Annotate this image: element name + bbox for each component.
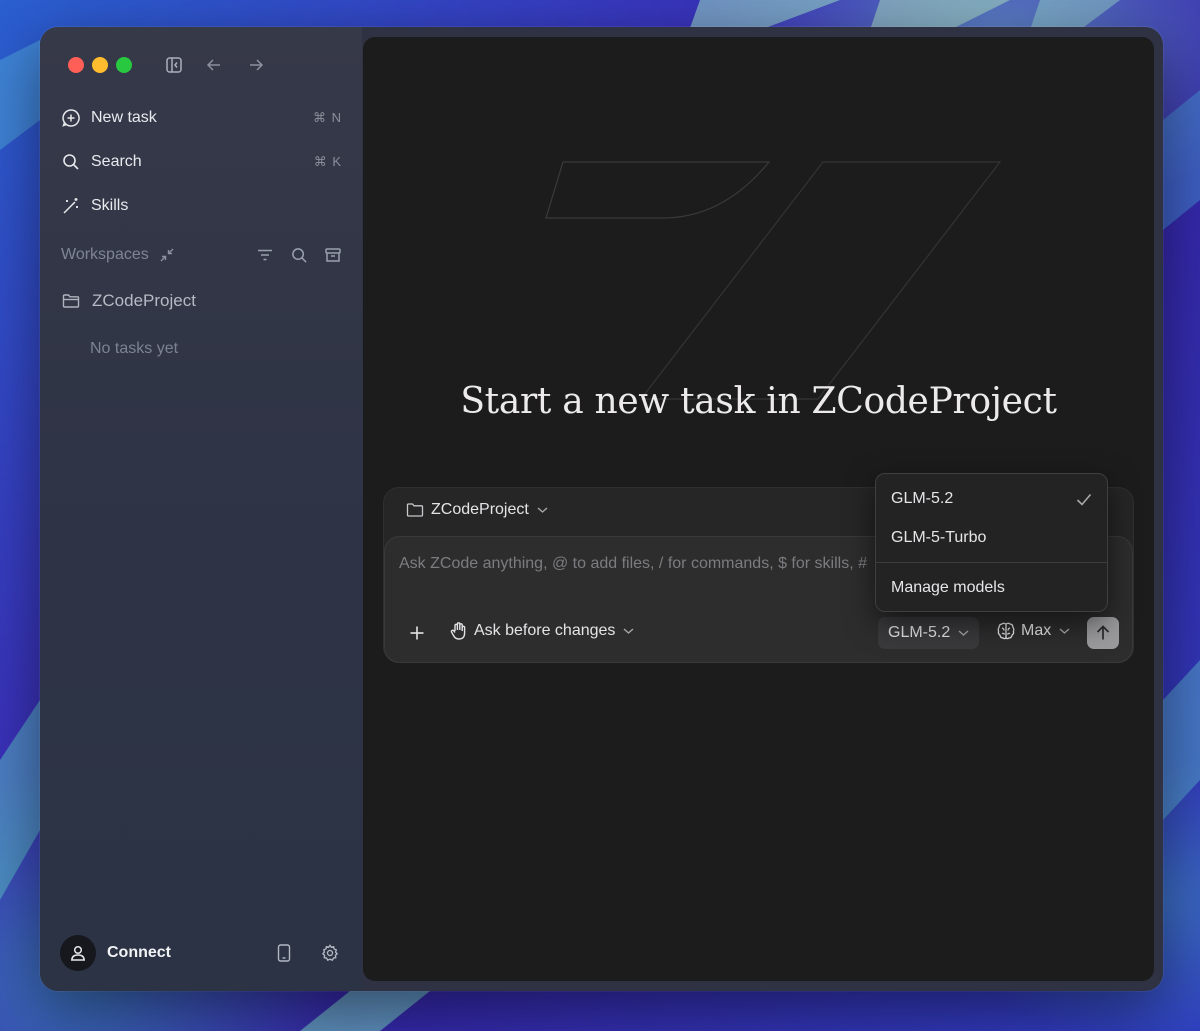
new-task-button[interactable]: New task ⌘ N — [60, 100, 342, 136]
model-dropdown-menu: GLM-5.2 GLM-5-Turbo Manage models — [875, 473, 1108, 612]
empty-tasks-text: No tasks yet — [90, 340, 179, 357]
search-shortcut: ⌘ K — [313, 154, 342, 169]
workspaces-label: Workspaces — [61, 246, 149, 263]
sidebar-footer: Connect — [60, 935, 342, 971]
phone-icon[interactable] — [274, 943, 294, 963]
send-button[interactable] — [1087, 617, 1119, 649]
skills-button[interactable]: Skills — [60, 188, 342, 224]
hand-icon — [449, 621, 469, 641]
sidebar: New task ⌘ N Search ⌘ K Skills Workspace… — [40, 27, 362, 991]
composer-controls: Ask before changes GLM-5.2 Max — [385, 617, 1132, 651]
manage-models-button[interactable]: Manage models — [876, 570, 1107, 606]
page-title: Start a new task in ZCodeProject — [460, 381, 1057, 422]
search-icon — [60, 151, 82, 173]
workspace-project-item[interactable]: ZCodeProject — [62, 291, 196, 311]
connect-button[interactable]: Connect — [107, 944, 171, 962]
menu-divider — [876, 562, 1107, 563]
chevron-down-icon — [1059, 627, 1070, 635]
magic-wand-icon — [60, 195, 82, 217]
model-selector-button[interactable]: GLM-5.2 — [878, 617, 980, 649]
project-selector[interactable]: ZCodeProject — [406, 501, 548, 519]
skills-label: Skills — [91, 197, 129, 214]
back-arrow-icon[interactable] — [202, 53, 226, 77]
chevron-down-icon — [537, 506, 548, 514]
close-window-button[interactable] — [68, 57, 84, 73]
new-task-shortcut: ⌘ N — [313, 110, 342, 125]
project-name: ZCodeProject — [92, 291, 196, 310]
model-option[interactable]: GLM-5-Turbo — [876, 520, 1107, 556]
model-option-label: GLM-5.2 — [891, 490, 954, 507]
model-option-label: GLM-5-Turbo — [891, 529, 987, 546]
manage-models-label: Manage models — [891, 579, 1005, 596]
checkmark-icon — [1076, 493, 1092, 506]
app-window: New task ⌘ N Search ⌘ K Skills Workspace… — [40, 27, 1163, 991]
zoom-window-button[interactable] — [116, 57, 132, 73]
settings-gear-icon[interactable] — [320, 943, 340, 963]
archive-icon[interactable] — [323, 245, 343, 265]
search-label: Search — [91, 153, 142, 170]
folder-icon — [62, 293, 82, 309]
toggle-sidebar-icon[interactable] — [162, 53, 186, 77]
chevron-down-icon — [623, 627, 634, 635]
folder-icon — [406, 502, 424, 518]
permission-mode-label: Ask before changes — [474, 622, 616, 639]
permission-mode-button[interactable]: Ask before changes — [449, 621, 634, 641]
window-controls — [68, 57, 132, 73]
project-selector-label: ZCodeProject — [431, 501, 529, 518]
main-panel: Start a new task in ZCodeProject ZCodePr… — [363, 37, 1154, 981]
workspaces-header: Workspaces — [61, 243, 343, 267]
collapse-icon[interactable] — [159, 247, 175, 263]
forward-arrow-icon[interactable] — [244, 53, 268, 77]
avatar[interactable] — [60, 935, 96, 971]
chevron-down-icon — [958, 629, 969, 637]
minimize-window-button[interactable] — [92, 57, 108, 73]
add-attachment-button[interactable] — [405, 621, 429, 645]
model-option[interactable]: GLM-5.2 — [876, 481, 1107, 517]
brain-icon — [996, 621, 1016, 641]
new-task-icon — [60, 107, 82, 129]
reasoning-effort-button[interactable]: Max — [996, 621, 1070, 641]
filter-icon[interactable] — [255, 245, 275, 265]
model-selector-label: GLM-5.2 — [888, 624, 951, 641]
reasoning-effort-label: Max — [1021, 622, 1052, 639]
search-button[interactable]: Search ⌘ K — [60, 144, 342, 180]
workspace-search-icon[interactable] — [289, 245, 309, 265]
new-task-label: New task — [91, 109, 157, 126]
